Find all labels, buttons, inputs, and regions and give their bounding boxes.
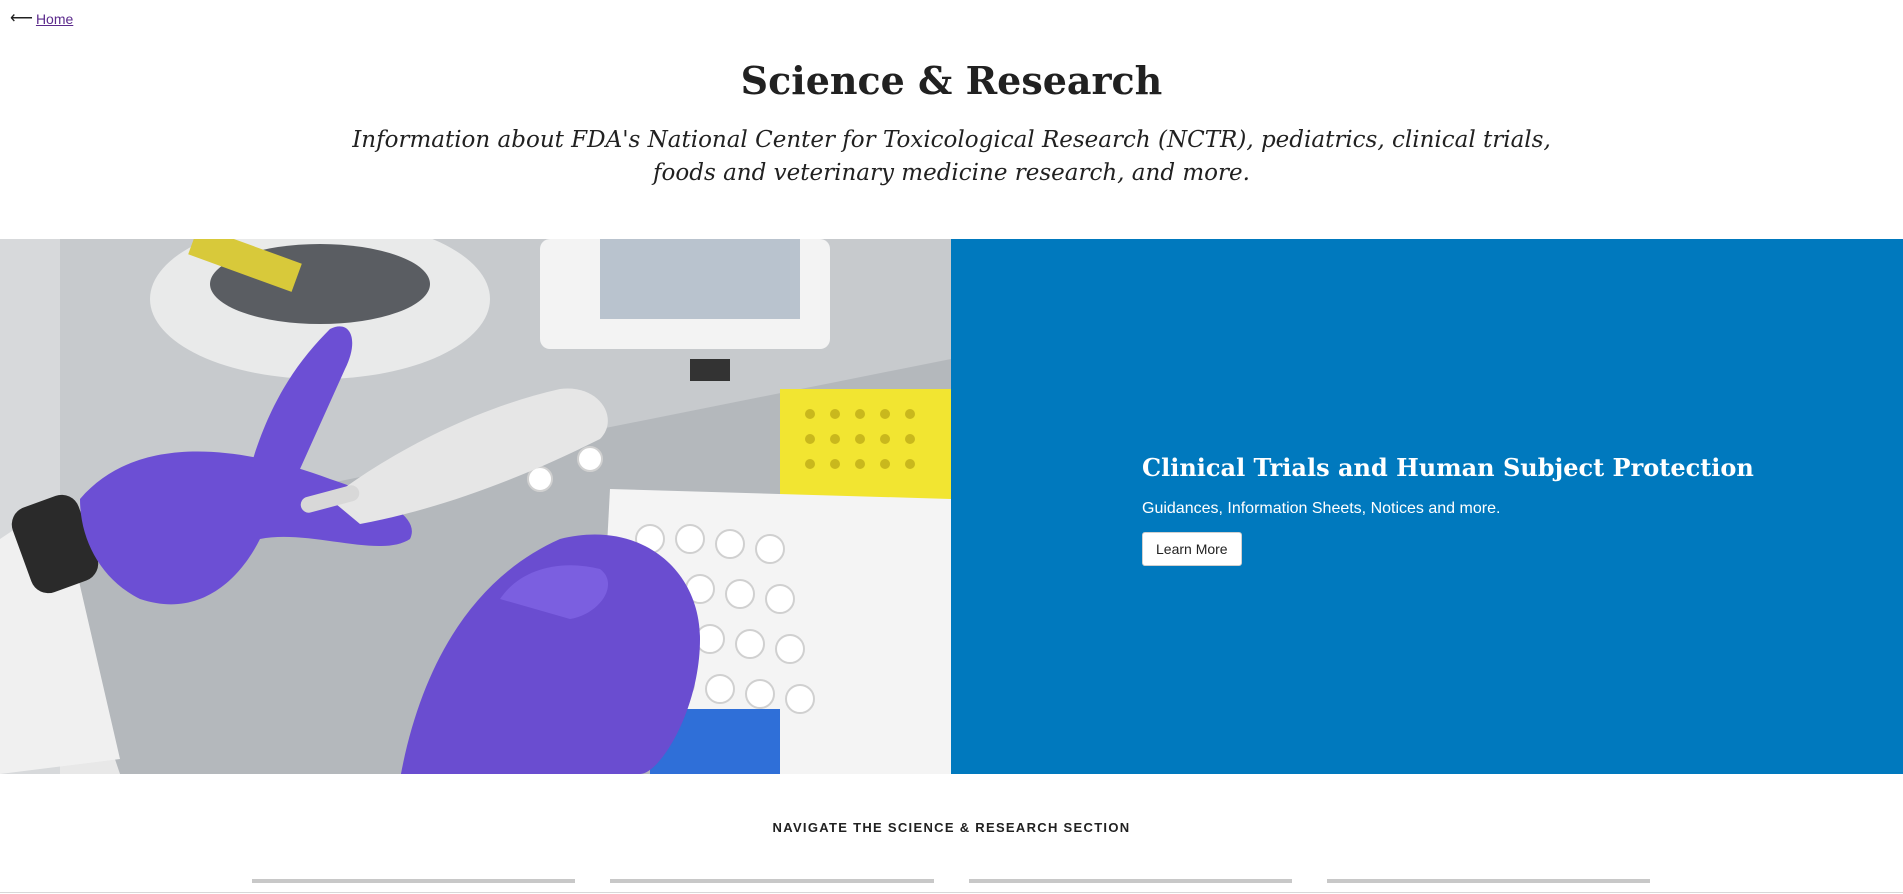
nav-card-1[interactable] (252, 879, 576, 883)
navigate-section-heading: NAVIGATE THE SCIENCE & RESEARCH SECTION (772, 820, 1131, 835)
home-link[interactable]: Home (36, 11, 73, 27)
page-title: Science & Research (740, 58, 1163, 103)
left-arrow-icon: ⟵ (10, 10, 33, 27)
hero-content: Clinical Trials and Human Subject Protec… (1142, 453, 1754, 566)
hero-title: Clinical Trials and Human Subject Protec… (1142, 453, 1754, 482)
hero-description: Guidances, Information Sheets, Notices a… (1142, 500, 1501, 517)
hero-panel: Clinical Trials and Human Subject Protec… (951, 239, 1903, 774)
nav-card-3[interactable] (968, 879, 1292, 883)
lab-photo (0, 239, 951, 774)
nav-card-4[interactable] (1326, 879, 1650, 883)
nav-card-2[interactable] (610, 879, 934, 883)
back-link[interactable]: ⟵ Home (10, 10, 73, 28)
navigate-cards (252, 879, 1650, 883)
page-subtitle: Information about FDA's National Center … (352, 127, 1551, 186)
hero-banner: Clinical Trials and Human Subject Protec… (0, 239, 1903, 774)
divider (0, 892, 1903, 893)
learn-more-button[interactable]: Learn More (1142, 532, 1242, 566)
